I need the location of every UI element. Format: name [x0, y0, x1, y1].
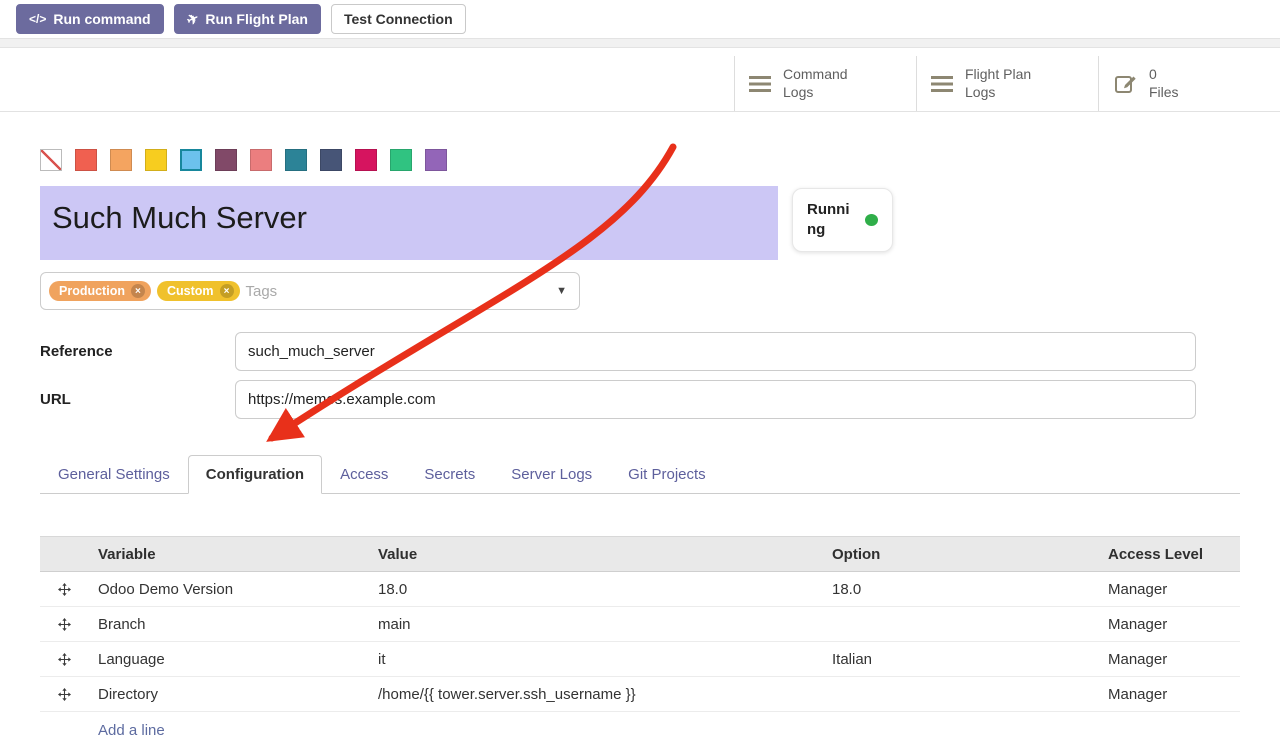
- color-swatch[interactable]: [320, 149, 342, 171]
- table-header-row: Variable Value Option Access Level: [40, 536, 1240, 572]
- tab-git-projects[interactable]: Git Projects: [610, 455, 724, 494]
- column-header-option: Option: [822, 537, 1098, 571]
- run-flight-plan-label: Run Flight Plan: [205, 11, 308, 27]
- url-label: URL: [40, 391, 235, 408]
- color-swatch[interactable]: [75, 149, 97, 171]
- tab-access[interactable]: Access: [322, 455, 406, 494]
- files-button[interactable]: 0 Files: [1098, 56, 1280, 111]
- reference-label: Reference: [40, 343, 235, 360]
- edit-icon: [1113, 72, 1137, 96]
- drag-handle-icon[interactable]: [40, 677, 88, 711]
- color-swatch[interactable]: [425, 149, 447, 171]
- color-swatch[interactable]: [110, 149, 132, 171]
- cell-value: it: [368, 642, 822, 676]
- cell-value: /home/{{ tower.server.ssh_username }}: [368, 677, 822, 711]
- list-icon: [749, 76, 771, 92]
- tag-label: Custom: [167, 284, 214, 298]
- column-header-variable: Variable: [88, 537, 368, 571]
- paper-plane-icon: ✈: [184, 9, 202, 29]
- color-swatch[interactable]: [250, 149, 272, 171]
- handle-column-spacer: [40, 714, 88, 742]
- color-swatch[interactable]: [285, 149, 307, 171]
- status-dot: [865, 214, 878, 226]
- cell-variable: Directory: [88, 677, 368, 711]
- tags-placeholder: Tags: [246, 283, 278, 300]
- command-logs-label: Command Logs: [783, 66, 848, 101]
- run-command-label: Run command: [53, 11, 150, 27]
- cell-option: [822, 677, 1098, 711]
- command-logs-button[interactable]: Command Logs: [734, 56, 916, 111]
- cell-variable: Branch: [88, 607, 368, 641]
- list-icon: [931, 76, 953, 92]
- cell-value: 18.0: [368, 572, 822, 606]
- stat-button-row: Command Logs Flight Plan Logs 0 Files: [0, 48, 1280, 112]
- column-header-value: Value: [368, 537, 822, 571]
- files-label: 0 Files: [1149, 66, 1179, 101]
- cell-variable: Language: [88, 642, 368, 676]
- drag-handle-icon[interactable]: [40, 642, 88, 676]
- color-swatch[interactable]: [355, 149, 377, 171]
- tag-label: Production: [59, 284, 125, 298]
- separator-strip: [0, 38, 1280, 48]
- server-title-input[interactable]: Such Much Server: [40, 186, 778, 260]
- table-row[interactable]: Language it Italian Manager: [40, 642, 1240, 677]
- cell-access: Manager: [1098, 572, 1240, 606]
- color-swatch[interactable]: [215, 149, 237, 171]
- tab-configuration[interactable]: Configuration: [188, 455, 322, 494]
- cell-option: [822, 607, 1098, 641]
- table-row[interactable]: Branch main Manager: [40, 607, 1240, 642]
- reference-field[interactable]: [235, 332, 1196, 371]
- cell-value: main: [368, 607, 822, 641]
- status-card[interactable]: Running: [792, 188, 893, 252]
- color-palette: [40, 149, 1240, 171]
- url-field[interactable]: [235, 380, 1196, 419]
- notebook-tabs: General Settings Configuration Access Se…: [40, 455, 1240, 494]
- test-connection-button[interactable]: Test Connection: [331, 4, 466, 34]
- cell-access: Manager: [1098, 642, 1240, 676]
- cell-access: Manager: [1098, 677, 1240, 711]
- column-header-access-level: Access Level: [1098, 537, 1240, 571]
- run-flight-plan-button[interactable]: ✈ Run Flight Plan: [174, 4, 321, 34]
- flight-plan-logs-button[interactable]: Flight Plan Logs: [916, 56, 1098, 111]
- top-action-bar: </> Run command ✈ Run Flight Plan Test C…: [0, 0, 1280, 38]
- tags-input[interactable]: Production × Custom × Tags ▼: [40, 272, 580, 310]
- tab-server-logs[interactable]: Server Logs: [493, 455, 610, 494]
- color-swatch[interactable]: [180, 149, 202, 171]
- cell-variable: Odoo Demo Version: [88, 572, 368, 606]
- config-variables-table: Variable Value Option Access Level Odoo …: [40, 536, 1240, 742]
- status-label: Running: [807, 200, 855, 241]
- cell-option: 18.0: [822, 572, 1098, 606]
- color-swatch[interactable]: [145, 149, 167, 171]
- table-row[interactable]: Directory /home/{{ tower.server.ssh_user…: [40, 677, 1240, 712]
- remove-tag-icon[interactable]: ×: [131, 284, 145, 298]
- color-swatch[interactable]: [390, 149, 412, 171]
- tab-general-settings[interactable]: General Settings: [40, 455, 188, 494]
- cell-option: Italian: [822, 642, 1098, 676]
- add-a-line-link[interactable]: Add a line: [88, 712, 1240, 742]
- tag-pill[interactable]: Production ×: [49, 281, 151, 301]
- color-swatch[interactable]: [40, 149, 62, 171]
- code-icon: </>: [29, 12, 46, 26]
- tab-secrets[interactable]: Secrets: [406, 455, 493, 494]
- table-row[interactable]: Odoo Demo Version 18.0 18.0 Manager: [40, 572, 1240, 607]
- flight-plan-logs-label: Flight Plan Logs: [965, 66, 1031, 101]
- remove-tag-icon[interactable]: ×: [220, 284, 234, 298]
- drag-handle-icon[interactable]: [40, 607, 88, 641]
- chevron-down-icon[interactable]: ▼: [556, 285, 567, 297]
- tag-pill[interactable]: Custom ×: [157, 281, 240, 301]
- cell-access: Manager: [1098, 607, 1240, 641]
- handle-column-header: [40, 537, 88, 571]
- drag-handle-icon[interactable]: [40, 572, 88, 606]
- add-line-row: Add a line: [40, 712, 1240, 742]
- run-command-button[interactable]: </> Run command: [16, 4, 164, 34]
